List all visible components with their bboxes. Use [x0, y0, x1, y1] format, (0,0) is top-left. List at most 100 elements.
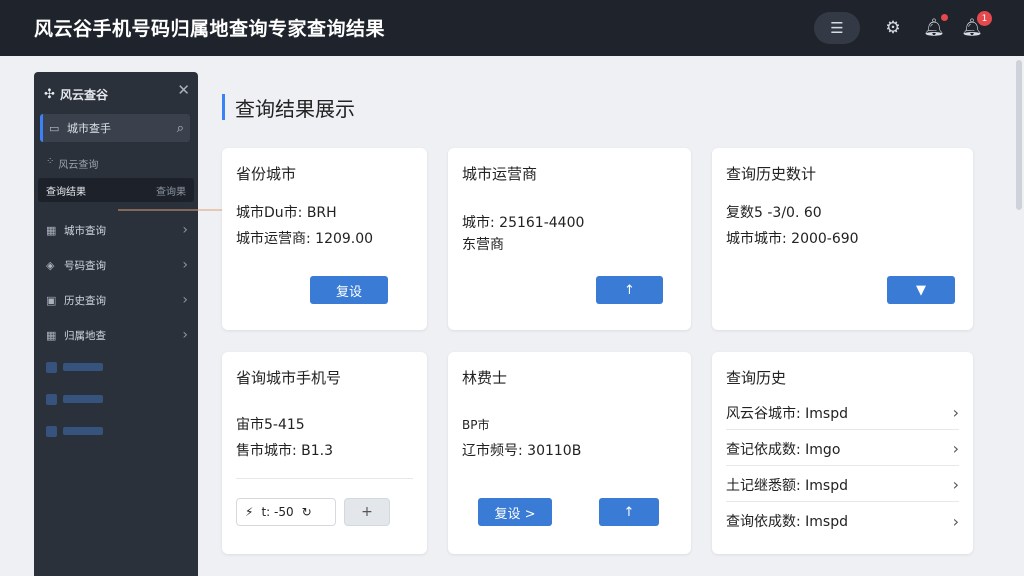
history-list: 风云谷城市: Imspd › 查记依成数: Imgo › 土记继悉额: Imsp…: [712, 396, 973, 546]
bell-icon: 🔔︎: [923, 18, 945, 38]
history-row[interactable]: 查询依成数: Imspd ›: [726, 504, 959, 538]
logo-icon: ✣: [44, 86, 55, 102]
card-line: 东营商: [462, 237, 504, 253]
sidebar-item-blurred[interactable]: [46, 424, 126, 438]
sidebar-search[interactable]: ▭ 城市查手 ⌕: [40, 114, 190, 142]
search-icon[interactable]: ⌕: [177, 121, 184, 136]
card-phone: 省询城市手机号 宙市5-415 售市城市: B1.3 ⚡ t: -50 ↻ +: [222, 352, 427, 554]
app-title: 风云谷手机号码归属地查询专家查询结果: [34, 18, 386, 40]
chevron-right-icon: ›: [952, 511, 959, 531]
history-row-label: 风云谷城市: Imspd: [726, 405, 849, 422]
sidebar-search-label: 城市查手: [67, 122, 111, 135]
shield-button[interactable]: ▼: [887, 276, 955, 304]
sidebar-item-blurred[interactable]: [46, 392, 126, 406]
divider: [236, 478, 413, 479]
sidebar-title: 风云查谷: [60, 87, 109, 102]
grid-icon: ▦: [46, 223, 57, 237]
card-title: 查询历史: [726, 369, 787, 387]
arrow-up-icon: ↑: [624, 282, 635, 298]
refresh-icon[interactable]: ↻: [302, 505, 312, 519]
chevron-right-icon: ›: [952, 475, 959, 494]
sidebar-item-meta: 查询果: [156, 186, 186, 198]
reset-button[interactable]: 复设: [310, 276, 388, 304]
arrow-up-icon: ↑: [623, 504, 635, 520]
history-row[interactable]: 风云谷城市: Imspd ›: [726, 396, 959, 430]
blurred-icon: [46, 361, 57, 373]
card-province: 省份城市 城市Du市: BRH 城市运营商: 1209.00 复设: [222, 148, 427, 330]
sidebar-item-label: 查询结果: [46, 186, 86, 198]
card-history: 查询历史 风云谷城市: Imspd › 查记依成数: Imgo › 土记继悉额:…: [712, 352, 973, 554]
plus-icon: +: [361, 504, 373, 520]
sidebar-item-active[interactable]: 查询结果 查询果: [38, 178, 194, 202]
history-row-label: 查询依成数: Imspd: [726, 514, 849, 530]
history-row-label: 土记继悉额: Imspd: [726, 477, 849, 494]
stepper-value: t: -50: [261, 505, 294, 519]
card-line: 售市城市: B1.3: [236, 443, 334, 459]
notification-dot: [941, 14, 948, 21]
chevron-right-icon: ›: [182, 327, 188, 343]
shield-icon: ▼: [916, 282, 926, 298]
alert-badge: 1: [977, 11, 992, 26]
close-icon[interactable]: ✕: [177, 81, 190, 99]
sidebar-item-city[interactable]: ▦ 城市查询 ›: [46, 220, 188, 240]
history-row-label: 查记依成数: Imgo: [726, 441, 841, 458]
page-title: 查询结果展示: [222, 94, 355, 121]
card-line: 城市城市: 2000-690: [726, 231, 859, 247]
card-line: 复数5 -3/0. 60: [726, 205, 822, 221]
sidebar-item-blurred[interactable]: [46, 360, 126, 374]
settings-button[interactable]: ⚙: [882, 17, 904, 39]
history-row[interactable]: 查记依成数: Imgo ›: [726, 432, 959, 466]
menu-button[interactable]: ☰: [814, 12, 860, 44]
sidebar-item-label: 号码查询: [64, 259, 106, 272]
sidebar-item-label: 历史查询: [64, 294, 106, 307]
history-row[interactable]: 土记继悉额: Imspd ›: [726, 468, 959, 502]
shield-icon: ◈: [46, 258, 55, 272]
card-title: 省询城市手机号: [236, 369, 342, 387]
dots-icon: ⁘: [46, 156, 55, 167]
reset-next-button[interactable]: 复设 >: [478, 498, 552, 526]
sidebar-header: ✣ 风云查谷: [44, 82, 190, 106]
sidebar-section: ⁘ 风云查询: [46, 156, 98, 171]
chevron-right-icon: ›: [952, 403, 959, 422]
card-line: 城市: 25161-4400: [462, 215, 585, 231]
card-line: 城市Du市: BRH: [236, 205, 337, 221]
folder-icon: ▣: [46, 293, 57, 307]
card-title: 林费士: [462, 369, 508, 387]
sidebar-item-label: 归属地查: [64, 329, 106, 342]
sidebar-section-label: 风云查询: [58, 160, 99, 171]
sidebar: ✣ 风云查谷 ✕ ▭ 城市查手 ⌕ ⁘ 风云查询 查询结果 查询果 ▦ 城市查询…: [34, 72, 198, 576]
card-carrier: 城市运营商 城市: 25161-4400 东营商 ↑: [448, 148, 691, 330]
menu-icon: ☰: [830, 19, 844, 37]
card-title: 省份城市: [236, 165, 297, 183]
chevron-right-icon: ›: [182, 222, 188, 238]
value-stepper[interactable]: ⚡ t: -50 ↻: [236, 498, 336, 526]
gear-icon: ⚙: [885, 18, 901, 38]
grid-icon: ▦: [46, 328, 57, 342]
bolt-icon: ⚡: [245, 505, 254, 519]
card-history-stats: 查询历史数计 复数5 -3/0. 60 城市城市: 2000-690 ▼: [712, 148, 973, 330]
folder-icon: ▭: [49, 121, 60, 135]
sidebar-item-history[interactable]: ▣ 历史查询 ›: [46, 290, 188, 310]
blurred-icon: [46, 393, 57, 405]
card-title: 城市运营商: [462, 165, 538, 183]
sidebar-item-label: 城市查询: [64, 224, 106, 237]
card-title: 查询历史数计: [726, 165, 817, 183]
sidebar-item-location[interactable]: ▦ 归属地查 ›: [46, 325, 188, 345]
card-line: 宙市5-415: [236, 417, 305, 433]
chevron-right-icon: ›: [182, 292, 188, 308]
sidebar-item-number[interactable]: ◈ 号码查询 ›: [46, 255, 188, 275]
upload-button[interactable]: ↑: [596, 276, 663, 304]
add-button[interactable]: +: [344, 498, 390, 526]
card-line: BP市: [462, 418, 490, 432]
chevron-right-icon: ›: [952, 439, 959, 458]
card-line: 辽市频号: 30110B: [462, 443, 582, 459]
alert-button[interactable]: 🔔︎ 1: [961, 11, 992, 39]
chevron-right-icon: ›: [182, 257, 188, 273]
blurred-icon: [46, 425, 57, 437]
card-misc: 林费士 BP市 辽市频号: 30110B 复设 > ↑: [448, 352, 691, 554]
upload-button[interactable]: ↑: [599, 498, 659, 526]
scrollbar[interactable]: [1016, 60, 1022, 210]
top-bar: 风云谷手机号码归属地查询专家查询结果 ☰ ⚙ 🔔︎ 🔔︎ 1: [0, 0, 1024, 56]
notification-button[interactable]: 🔔︎: [923, 14, 948, 39]
card-line: 城市运营商: 1209.00: [236, 231, 374, 247]
